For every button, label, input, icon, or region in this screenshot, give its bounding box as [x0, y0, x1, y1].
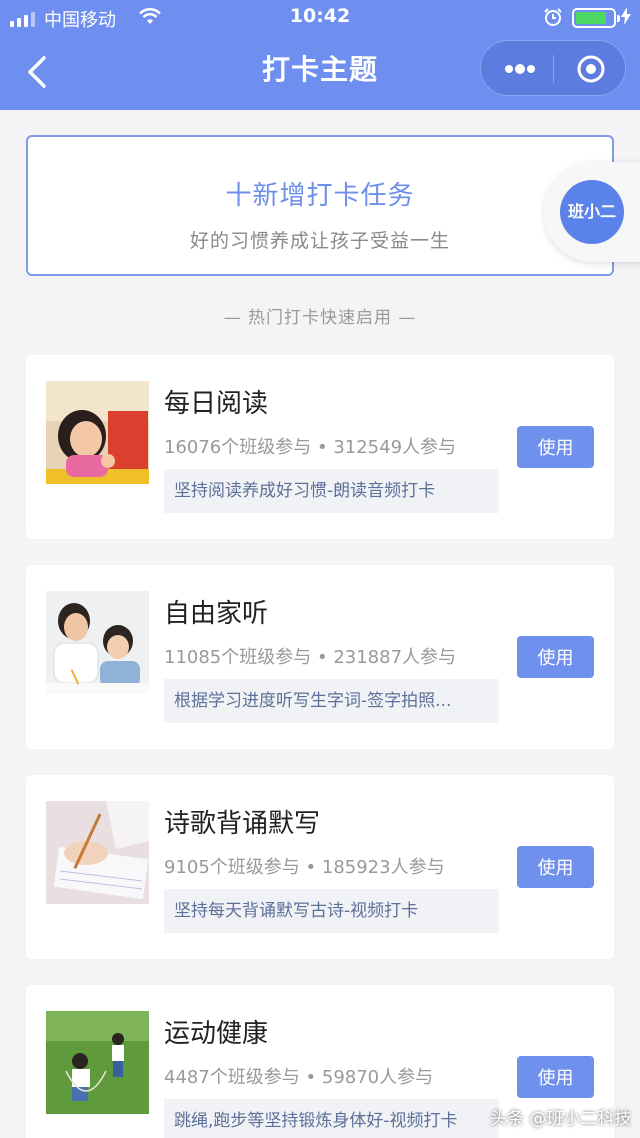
theme-name: 运动健康: [164, 1019, 269, 1049]
battery-level: [576, 12, 606, 24]
theme-stats: 16076个班级参与 • 312549人参与: [164, 437, 457, 458]
assistant-logo: 班小二: [560, 180, 624, 244]
theme-description: 根据学习进度听写生字词-签字拍照...: [164, 679, 499, 723]
theme-card[interactable]: 诗歌背诵默写 9105个班级参与 • 185923人参与 坚持每天背诵默写古诗-…: [26, 775, 614, 959]
use-button[interactable]: 使用: [517, 1056, 594, 1098]
add-task-card[interactable]: 十新增打卡任务 好的习惯养成让孩子受益一生: [26, 135, 614, 276]
theme-name: 自由家听: [164, 599, 269, 629]
theme-name: 诗歌背诵默写: [164, 809, 321, 839]
theme-description: 跳绳,跑步等坚持锻炼身体好-视频打卡: [164, 1099, 499, 1138]
navigation-bar: 中国移动 10:42 打卡主题: [0, 0, 640, 110]
kids-jump-rope-photo: [46, 1011, 149, 1114]
theme-card[interactable]: 每日阅读 16076个班级参与 • 312549人参与 坚持阅读养成好习惯-朗读…: [26, 355, 614, 539]
use-button[interactable]: 使用: [517, 636, 594, 678]
status-bar: 中国移动 10:42: [0, 0, 640, 36]
hand-writing-pen-photo: [46, 801, 149, 904]
use-button[interactable]: 使用: [517, 426, 594, 468]
theme-description: 坚持每天背诵默写古诗-视频打卡: [164, 889, 499, 933]
target-circle-icon: [577, 55, 605, 83]
theme-stats: 9105个班级参与 • 185923人参与: [164, 857, 445, 878]
theme-description: 坚持阅读养成好习惯-朗读音频打卡: [164, 469, 499, 513]
theme-stats: 11085个班级参与 • 231887人参与: [164, 647, 457, 668]
use-button[interactable]: 使用: [517, 846, 594, 888]
more-button[interactable]: [503, 57, 537, 81]
theme-stats: 4487个班级参与 • 59870人参与: [164, 1067, 434, 1088]
father-son-writing-photo: [46, 591, 149, 694]
close-miniprogram-button[interactable]: [576, 54, 606, 84]
battery-icon: [572, 8, 620, 28]
charging-icon: [621, 7, 631, 25]
add-task-subtitle: 好的习惯养成让孩子受益一生: [189, 230, 450, 252]
section-heading: — 热门打卡快速启用 —: [223, 308, 417, 328]
more-dots-icon: [505, 64, 535, 74]
miniprogram-capsule: [480, 40, 626, 96]
alarm-clock-icon: [544, 8, 562, 26]
floating-assistant-button[interactable]: 班小二: [544, 162, 640, 262]
capsule-divider: [553, 55, 554, 83]
watermark-text: 头条 @班小二科技: [490, 1109, 632, 1129]
add-task-title: 十新增打卡任务: [225, 181, 415, 211]
girl-reading-photo: [46, 381, 149, 484]
theme-name: 每日阅读: [164, 389, 269, 419]
theme-card[interactable]: 自由家听 11085个班级参与 • 231887人参与 根据学习进度听写生字词-…: [26, 565, 614, 749]
